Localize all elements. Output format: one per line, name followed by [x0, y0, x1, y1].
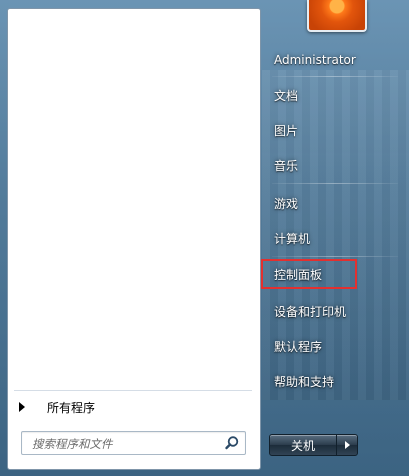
user-name[interactable]: Administrator — [266, 47, 401, 73]
shutdown-options-button[interactable] — [336, 434, 358, 456]
computer-item[interactable]: 计算机 — [266, 225, 401, 251]
right-divider — [272, 256, 398, 257]
right-divider — [272, 76, 398, 77]
right-triangle-icon — [19, 402, 25, 412]
item-label: 图片 — [274, 123, 299, 138]
search-box[interactable] — [21, 431, 246, 455]
devices-printers-item[interactable]: 设备和打印机 — [266, 298, 401, 324]
user-avatar[interactable] — [307, 0, 367, 32]
documents-item[interactable]: 文档 — [266, 82, 401, 108]
right-divider — [272, 183, 398, 184]
shutdown-button[interactable]: 关机 — [269, 434, 337, 456]
music-item[interactable]: 音乐 — [266, 152, 401, 178]
shutdown-label: 关机 — [290, 438, 315, 453]
item-label: 帮助和支持 — [274, 374, 335, 389]
search-icon[interactable] — [223, 434, 241, 452]
item-label: 默认程序 — [274, 339, 323, 354]
all-programs-label: 所有程序 — [47, 400, 96, 415]
item-label: 文档 — [274, 88, 299, 103]
item-label: Administrator — [274, 53, 356, 67]
item-label: 游戏 — [274, 196, 299, 211]
highlight-box — [261, 259, 357, 289]
right-triangle-icon — [344, 441, 350, 449]
games-item[interactable]: 游戏 — [266, 190, 401, 216]
default-programs-item[interactable]: 默认程序 — [266, 333, 401, 359]
item-label: 设备和打印机 — [274, 304, 347, 319]
help-support-item[interactable]: 帮助和支持 — [266, 368, 401, 394]
pictures-item[interactable]: 图片 — [266, 117, 401, 143]
programs-divider — [14, 390, 252, 391]
item-label: 音乐 — [274, 158, 299, 173]
all-programs-button[interactable]: 所有程序 — [10, 394, 250, 420]
item-label: 计算机 — [274, 231, 311, 246]
search-input[interactable] — [30, 434, 224, 454]
